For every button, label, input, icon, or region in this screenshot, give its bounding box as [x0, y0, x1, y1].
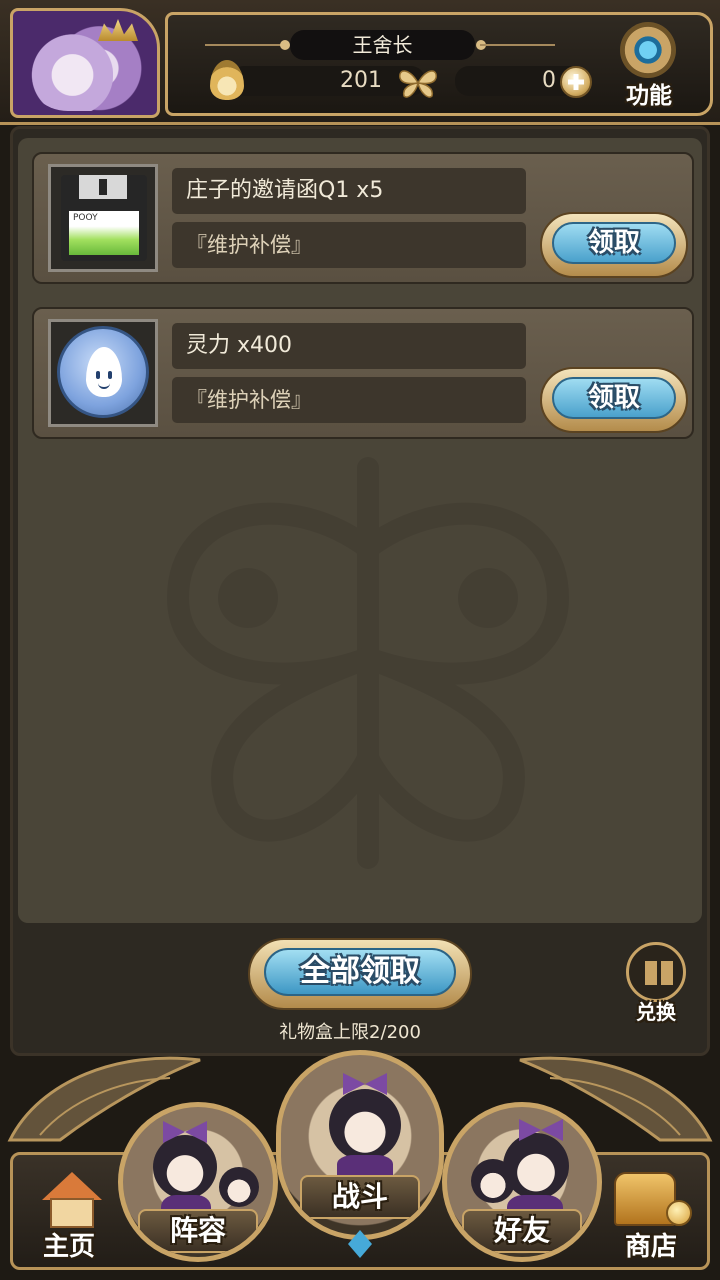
player-avatar[interactable] — [10, 8, 160, 118]
nav-battle-label: 战斗 — [300, 1175, 420, 1219]
chibi-character-icon — [503, 1133, 569, 1199]
add-gem-button[interactable] — [560, 66, 592, 98]
nav-friends-label: 好友 — [462, 1209, 582, 1253]
avatar-portrait — [23, 21, 113, 111]
gift-icon — [626, 942, 686, 1002]
chibi-character-small-icon — [219, 1167, 259, 1207]
house-roof — [42, 1172, 102, 1200]
nav-team-label: 阵容 — [138, 1209, 258, 1253]
menu-button[interactable]: 功能 — [608, 22, 690, 112]
exchange-label: 兑换 — [636, 1000, 676, 1024]
gift-list[interactable]: POOY 庄子的邀请函Q1 x5 『维护补偿』 领取 灵力 x400 『维护补偿… — [18, 138, 702, 923]
house-icon — [42, 1172, 102, 1228]
floppy-disk-icon: POOY — [61, 175, 147, 261]
menu-label: 功能 — [626, 83, 672, 109]
gift-name: 庄子的邀请函Q1 x5 — [172, 168, 526, 214]
claim-button-label: 领取 — [552, 222, 676, 264]
claim-all-label: 全部领取 — [264, 948, 456, 996]
butterfly-icon — [399, 70, 437, 98]
coin-eye-left — [96, 371, 100, 379]
gift-item: 灵力 x400 『维护补偿』 领取 — [32, 307, 694, 439]
claim-button[interactable]: 领取 — [540, 212, 688, 278]
floppy-label-text: POOY — [73, 213, 98, 223]
name-divider-left — [205, 44, 285, 46]
floppy-label: POOY — [69, 211, 139, 255]
player-name: 王舍长 — [290, 30, 475, 60]
top-bar: 王舍长 201 0 功能 — [0, 0, 720, 125]
item-icon-frame — [48, 319, 158, 427]
nav-home-label: 主页 — [42, 1232, 95, 1262]
house-body — [50, 1198, 94, 1228]
nav-friends[interactable]: 好友 — [442, 1102, 602, 1262]
gift-source: 『维护补偿』 — [172, 222, 526, 268]
floppy-slot — [99, 179, 107, 195]
nav-battle[interactable]: 战斗 — [276, 1050, 444, 1240]
spirit-flame-icon — [86, 347, 122, 397]
nav-shop[interactable]: 商店 — [596, 1160, 706, 1270]
coin-eye-right — [108, 371, 112, 379]
nav-home[interactable]: 主页 — [14, 1160, 124, 1270]
chibi-character-icon — [329, 1089, 401, 1161]
nav-team[interactable]: 阵容 — [118, 1102, 278, 1262]
claim-all-button[interactable]: 全部领取 — [248, 938, 472, 1010]
exchange-button[interactable]: 兑换 — [620, 942, 692, 1028]
crown-icon — [98, 19, 138, 41]
ornament-background — [166, 457, 570, 869]
item-icon-frame: POOY — [48, 164, 158, 272]
gear-icon — [620, 22, 676, 78]
gift-source: 『维护补偿』 — [172, 377, 526, 423]
gem-value: 0 — [542, 68, 556, 93]
name-divider-dot-left — [280, 40, 290, 50]
gift-name: 灵力 x400 — [172, 323, 526, 369]
spirit-coin-icon — [57, 326, 149, 418]
coins-icon — [666, 1200, 692, 1226]
gift-item: POOY 庄子的邀请函Q1 x5 『维护补偿』 领取 — [32, 152, 694, 284]
gift-ribbon-shape — [657, 957, 661, 989]
claim-button[interactable]: 领取 — [540, 367, 688, 433]
nav-shop-label: 商店 — [624, 1232, 677, 1262]
claim-button-label: 领取 — [552, 377, 676, 419]
name-divider-right — [480, 44, 555, 46]
chibi-character-icon — [153, 1135, 217, 1199]
spirit-value: 201 — [340, 68, 382, 93]
bottom-navigation: 主页 阵容 战斗 好友 商店 — [0, 1040, 720, 1280]
